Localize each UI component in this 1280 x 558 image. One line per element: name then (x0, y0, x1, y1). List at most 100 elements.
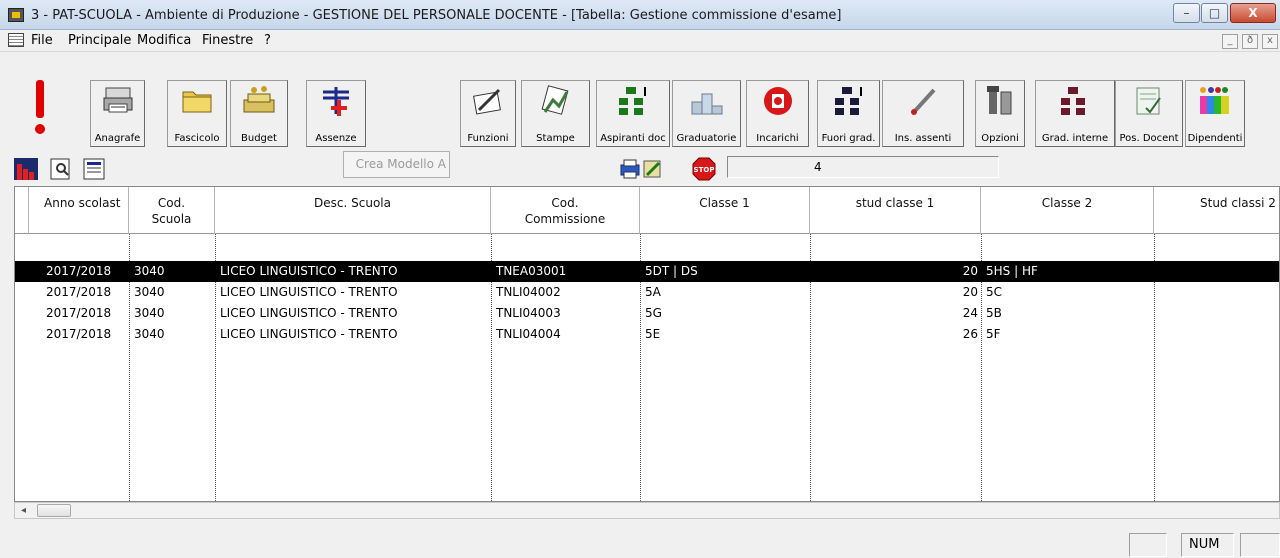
cell-classe-1: 5G (645, 306, 662, 320)
mdi-restore-button[interactable]: ð (1242, 34, 1258, 49)
graduatorie-button[interactable]: Graduatorie (672, 80, 741, 147)
cell-cod-scuola: 3040 (134, 285, 165, 299)
document-check-icon (1136, 87, 1161, 115)
dipendenti-button[interactable]: Dipendenti (1185, 80, 1245, 147)
horizontal-scrollbar[interactable]: ◂ (14, 502, 1280, 519)
aspiranti-button[interactable]: Aspiranti doc (596, 80, 670, 147)
stampe-label: Stampe (536, 133, 575, 144)
print-documents-icon (541, 85, 568, 115)
cell-desc: LICEO LINGUISTICO - TRENTO (220, 327, 398, 341)
maximize-button[interactable]: □ (1201, 3, 1228, 23)
cell-stud-1: 24 (962, 306, 978, 320)
table-row[interactable]: 2017/2018 3040 LICEO LINGUISTICO - TRENT… (15, 261, 1279, 282)
col-desc-scuola[interactable]: Desc. Scuola (215, 187, 491, 234)
folder-icon (182, 91, 212, 113)
aspiranti-label: Aspiranti doc (600, 133, 666, 144)
hierarchy-down-icon (1061, 87, 1085, 115)
crea-modello-button[interactable]: Crea Modello A (343, 151, 450, 178)
form-icon[interactable] (80, 156, 108, 182)
cell-desc: LICEO LINGUISTICO - TRENTO (220, 306, 398, 320)
cell-classe-2: 5C (986, 285, 1003, 299)
cell-stud-2 (1156, 261, 1279, 282)
cell-classe-1: 5E (645, 327, 661, 341)
anagrafe-button[interactable]: Anagrafe (90, 80, 145, 147)
grad-interne-label: Grad. interne (1041, 133, 1109, 144)
menu-finestre[interactable]: Finestre (202, 33, 253, 48)
stop-icon[interactable]: STOP (692, 156, 716, 182)
cell-cod-commissione: TNLI04002 (496, 285, 561, 299)
menu-help[interactable]: ? (264, 33, 271, 48)
cell-anno: 2017/2018 (46, 306, 112, 320)
cell-stud-1: 20 (962, 264, 978, 278)
mdi-close-button[interactable]: x (1262, 34, 1278, 49)
cell-stud-2 (1156, 303, 1279, 324)
incarichi-button[interactable]: Incarichi (746, 80, 809, 147)
scroll-left-icon[interactable]: ◂ (15, 503, 32, 518)
tools-icon (987, 86, 1012, 115)
window-title: 3 - PAT-SCUOLA - Ambiente di Produzione … (31, 8, 842, 23)
preview-icon[interactable] (46, 156, 74, 182)
chart-icon[interactable] (12, 156, 40, 182)
col-cod-commissione[interactable]: Cod. Commissione (491, 187, 640, 234)
grad-interne-button[interactable]: Grad. interne (1035, 80, 1115, 147)
mdi-minimize-button[interactable]: _ (1222, 34, 1238, 49)
opzioni-button[interactable]: Opzioni (975, 80, 1025, 147)
col-classe-1[interactable]: Classe 1 (640, 187, 810, 234)
cell-cod-scuola: 3040 (134, 327, 165, 341)
close-button[interactable]: X (1230, 3, 1276, 23)
record-counter: 4 (727, 156, 999, 178)
edit-tools-icon[interactable] (641, 156, 665, 182)
fascicolo-button[interactable]: Fascicolo (167, 80, 227, 147)
num-lock-indicator: NUM (1181, 533, 1234, 557)
fuori-grad-label: Fuori grad. (821, 133, 876, 144)
alert-icon[interactable] (33, 80, 47, 134)
col-anno-scolastico[interactable]: Anno scolast (29, 187, 129, 234)
col-cod-scuola[interactable]: Cod. Scuola (129, 187, 215, 234)
calendar-cross-icon (323, 87, 349, 116)
funzioni-button[interactable]: Funzioni (460, 80, 516, 147)
main-toolbar: Anagrafe Fascicolo Budget Assenze Funzio… (0, 52, 1280, 148)
funzioni-label: Funzioni (467, 133, 509, 144)
col-classe-2[interactable]: Classe 2 (981, 187, 1154, 234)
table-row[interactable]: 2017/2018 3040 LICEO LINGUISTICO - TRENT… (15, 324, 1279, 345)
col-stud-classi-2[interactable]: Stud classi 2 (1154, 187, 1279, 234)
cell-stud-2 (1156, 282, 1279, 303)
cell-stud-2 (1156, 324, 1279, 345)
graduatorie-label: Graduatorie (676, 133, 737, 144)
table-row[interactable]: 2017/2018 3040 LICEO LINGUISTICO - TRENT… (15, 282, 1279, 303)
cell-desc: LICEO LINGUISTICO - TRENTO (220, 264, 398, 278)
svg-text:STOP: STOP (694, 166, 715, 174)
assenze-button[interactable]: Assenze (306, 80, 366, 147)
pos-docent-label: Pos. Docent (1119, 133, 1179, 144)
app-icon[interactable] (8, 8, 24, 22)
title-bar: 3 - PAT-SCUOLA - Ambiente di Produzione … (0, 0, 1280, 30)
system-menu-icon[interactable] (8, 33, 24, 47)
ins-assenti-button[interactable]: Ins. assenti (882, 80, 964, 147)
col-stud-classe-1[interactable]: stud classe 1 (810, 187, 981, 234)
cell-cod-scuola: 3040 (134, 264, 165, 278)
menu-modifica[interactable]: Modifica (137, 33, 191, 48)
budget-button[interactable]: Budget (230, 80, 288, 147)
minimize-button[interactable]: – (1173, 3, 1200, 23)
grid-toolbar: Crea Modello A STOP 4 (0, 148, 1280, 186)
print-icon[interactable] (618, 156, 642, 182)
menu-file[interactable]: File (31, 33, 53, 48)
cell-cod-commissione: TNLI04003 (496, 306, 561, 320)
stampe-button[interactable]: Stampe (521, 80, 590, 147)
budget-label: Budget (241, 133, 277, 144)
people-group-icon (1200, 87, 1229, 114)
hierarchy-up-icon (834, 87, 862, 115)
scroll-thumb[interactable] (37, 504, 71, 517)
commission-grid[interactable]: Anno scolast Cod. Scuola Desc. Scuola Co… (14, 186, 1280, 502)
table-row[interactable]: 2017/2018 3040 LICEO LINGUISTICO - TRENT… (15, 303, 1279, 324)
hierarchy-down-icon (619, 87, 646, 115)
menu-principale[interactable]: Principale (68, 33, 131, 48)
menu-bar: File Principale Modifica Finestre ? _ ð … (0, 30, 1280, 52)
anagrafe-label: Anagrafe (94, 133, 141, 144)
fuori-grad-button[interactable]: Fuori grad. (817, 80, 880, 147)
pos-docent-button[interactable]: Pos. Docent (1115, 80, 1183, 147)
thermometer-icon (911, 88, 936, 115)
assenze-label: Assenze (315, 133, 357, 144)
status-panel (1240, 533, 1280, 557)
dipendenti-label: Dipendenti (1187, 133, 1243, 144)
